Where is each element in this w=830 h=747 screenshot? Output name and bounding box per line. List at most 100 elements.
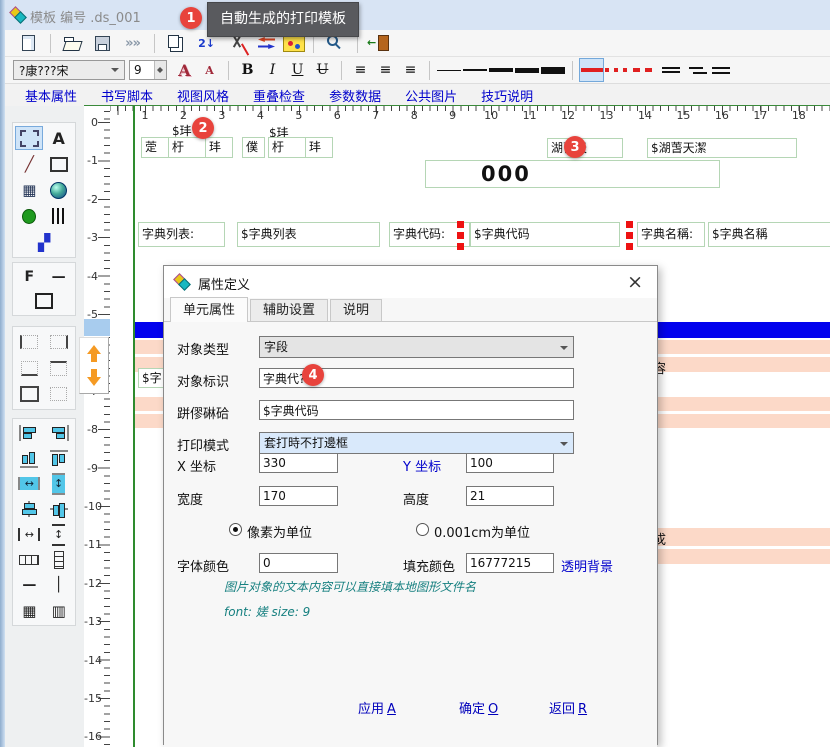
x-input[interactable] — [259, 453, 338, 473]
barcode-tool[interactable] — [46, 205, 72, 227]
field-box[interactable]: 僕 — [242, 137, 265, 158]
spinner-icons[interactable] — [154, 61, 166, 79]
italic-icon[interactable]: I — [261, 59, 284, 81]
strikethrough-icon[interactable]: U — [311, 59, 334, 81]
box-tool[interactable] — [31, 290, 57, 312]
apply-button[interactable]: 应用A — [358, 698, 396, 717]
font-size-input[interactable]: 9 — [129, 60, 167, 80]
selection-handle[interactable] — [457, 221, 464, 228]
align-left-edge-tool[interactable] — [16, 422, 42, 444]
select-tool[interactable] — [16, 127, 42, 149]
line-w3-icon[interactable] — [489, 59, 513, 81]
field-box[interactable]: 杅 — [268, 137, 306, 158]
underline-icon[interactable]: U — [286, 59, 309, 81]
new-file-icon[interactable] — [15, 32, 42, 55]
space-equal-h-tool[interactable]: ↔ — [16, 524, 42, 546]
selection-handle[interactable] — [626, 232, 633, 239]
text-tool[interactable]: A — [46, 127, 72, 149]
draw-hline-tool[interactable]: — — [16, 574, 42, 596]
draw-vline-tool[interactable]: │ — [46, 574, 72, 596]
rect-tool[interactable] — [46, 153, 72, 175]
align-bottom-edge-tool[interactable] — [16, 448, 42, 470]
picture-icon[interactable] — [283, 35, 305, 52]
field-box[interactable]: 萣 — [141, 137, 169, 158]
bug-tool[interactable] — [16, 205, 42, 227]
ok-button[interactable]: 确定O — [459, 698, 498, 717]
border-all-tool[interactable] — [16, 383, 42, 405]
border-top-tool[interactable] — [46, 357, 72, 379]
align-left-icon[interactable]: ≡ — [349, 59, 372, 81]
fill-color-input[interactable] — [466, 553, 554, 573]
border-none-tool[interactable] — [46, 383, 72, 405]
field-box[interactable]: 玤 — [205, 137, 233, 158]
dialog-tab-3[interactable]: 说明 — [330, 299, 382, 321]
red-solid-icon[interactable] — [580, 59, 603, 81]
font-increase-icon[interactable]: A — [173, 59, 196, 81]
menu-item-4[interactable]: 重叠检查 — [253, 86, 305, 105]
y-input[interactable] — [466, 453, 554, 473]
line-w1-icon[interactable] — [437, 59, 461, 81]
dict-list-value-box[interactable]: $字典列表 — [237, 222, 380, 247]
table-tool[interactable]: ▦ — [16, 179, 42, 201]
bold-icon[interactable]: B — [236, 59, 259, 81]
selection-handle[interactable] — [626, 221, 633, 228]
save-file-icon[interactable] — [89, 32, 116, 55]
object-type-select[interactable]: 字段 — [259, 336, 574, 358]
line-w4-icon[interactable] — [515, 59, 539, 81]
center-on-vline-tool[interactable] — [16, 498, 42, 520]
center-v-page-tool[interactable]: ↕ — [46, 473, 72, 495]
dict-list-label-box[interactable]: 字典列表: — [138, 222, 225, 247]
pair-line-3-icon[interactable] — [709, 59, 732, 81]
unit-pixel-radio[interactable] — [229, 523, 242, 536]
image-tool[interactable] — [46, 179, 72, 201]
red-dotted-icon[interactable] — [605, 59, 631, 81]
height-input[interactable] — [466, 486, 554, 506]
field-tool[interactable]: F — [16, 266, 42, 288]
bitmap-tool[interactable]: ▞ — [31, 231, 57, 253]
print-preview-icon[interactable]: »» — [119, 32, 146, 55]
menu-item-2[interactable]: 书写脚本 — [101, 86, 153, 105]
equal-height-tool[interactable] — [46, 549, 72, 571]
font-family-select[interactable]: ?康???宋 — [13, 60, 125, 80]
line-tool[interactable]: ╱ — [16, 153, 42, 175]
equal-width-tool[interactable] — [16, 549, 42, 571]
close-icon[interactable]: × — [627, 270, 643, 294]
move-down-arrow-icon[interactable] — [87, 369, 101, 386]
space-equal-v-tool[interactable]: ↕ — [46, 524, 72, 546]
line-w2-icon[interactable] — [463, 59, 487, 81]
center-on-hline-tool[interactable] — [46, 498, 72, 520]
dict-name-label-box[interactable]: 字典名稱: — [637, 222, 705, 247]
pair-line-2-icon[interactable] — [684, 59, 707, 81]
menu-item-3[interactable]: 视图风格 — [177, 86, 229, 105]
exit-icon[interactable] — [366, 32, 393, 55]
center-h-page-tool[interactable]: ↔ — [16, 473, 42, 495]
align-right-edge-tool[interactable] — [46, 422, 72, 444]
selection-handle[interactable] — [626, 243, 633, 250]
transparent-background-link[interactable]: 透明背景 — [561, 556, 613, 575]
line-w5-icon[interactable] — [541, 59, 565, 81]
hline-tool[interactable]: — — [46, 266, 72, 288]
align-right-icon[interactable]: ≡ — [399, 59, 422, 81]
red-dashed-icon[interactable] — [633, 59, 657, 81]
print-content-input[interactable] — [259, 400, 574, 420]
pair-line-1-icon[interactable] — [659, 59, 682, 81]
menu-item-6[interactable]: 公共图片 — [405, 86, 457, 105]
width-input[interactable] — [259, 486, 338, 506]
copy-icon[interactable] — [163, 32, 190, 55]
unit-cm-radio[interactable] — [416, 523, 429, 536]
title-var-field-box[interactable]: $湖萅天潔 — [647, 138, 797, 158]
font-decrease-icon[interactable]: A — [198, 59, 221, 81]
dialog-tab-1[interactable]: 单元属性 — [170, 297, 248, 322]
big-number-box[interactable]: 000 — [425, 160, 720, 188]
print-mode-select[interactable]: 套打時不打邊框 — [259, 432, 574, 454]
field-box[interactable]: 杅 — [168, 137, 206, 158]
dialog-tab-2[interactable]: 辅助设置 — [250, 299, 328, 321]
move-up-arrow-icon[interactable] — [87, 345, 101, 362]
align-center-icon[interactable]: ≡ — [374, 59, 397, 81]
selection-handle[interactable] — [457, 243, 464, 250]
align-top-edge-tool[interactable] — [46, 448, 72, 470]
dict-code-value-box-selected[interactable]: $字典代码 — [470, 222, 620, 247]
menu-item-5[interactable]: 参数数据 — [329, 86, 381, 105]
table-grid-tool[interactable]: ▥ — [46, 600, 72, 622]
menu-item-7[interactable]: 技巧说明 — [481, 86, 533, 105]
